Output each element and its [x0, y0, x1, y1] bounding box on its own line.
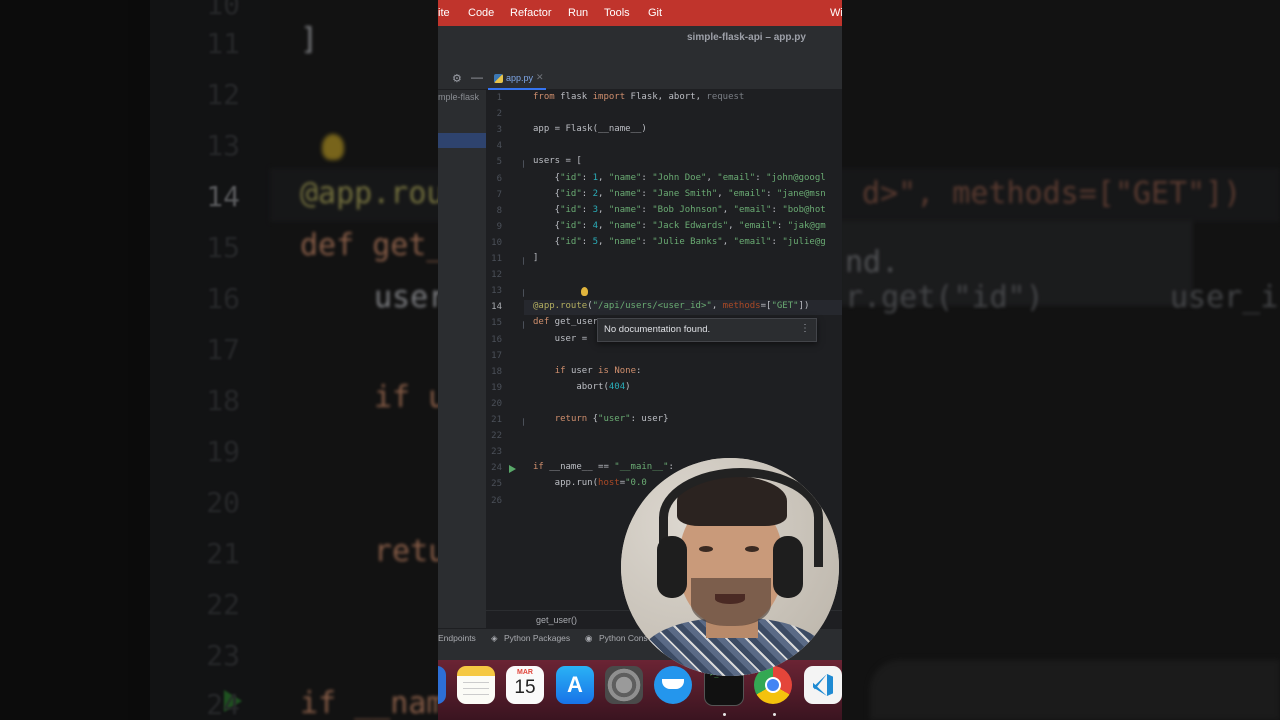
- code-line[interactable]: {"id": 2, "name": "Jane Smith", "email":…: [533, 189, 826, 199]
- calendar-day: 15: [514, 677, 536, 698]
- menu-item-refactor[interactable]: Refactor: [510, 7, 552, 19]
- line-number: 2: [496, 109, 502, 120]
- calendar-icon[interactable]: MAR 15: [506, 666, 544, 704]
- line-number: 23: [491, 447, 502, 458]
- code-line[interactable]: from flask import Flask, abort, request: [533, 92, 744, 102]
- title-bar: simple-flask-api – app.py: [438, 26, 842, 70]
- line-number: 5: [496, 157, 502, 168]
- lightbulb-icon[interactable]: [581, 287, 588, 296]
- webcam-overlay: [621, 458, 839, 676]
- tool-python-packages[interactable]: Python Packages: [504, 633, 570, 643]
- tool-endpoints[interactable]: Endpoints: [438, 633, 476, 643]
- code-line[interactable]: def get_user: [533, 317, 598, 327]
- line-number: 11: [491, 254, 502, 264]
- line-number: 8: [496, 205, 502, 216]
- line-number: 14: [491, 302, 502, 313]
- more-vertical-icon[interactable]: ⋮: [800, 323, 810, 334]
- line-number: 16: [491, 334, 502, 345]
- code-line[interactable]: app = Flask(__name__): [533, 124, 647, 134]
- menu-item-window[interactable]: Wi: [830, 7, 842, 19]
- doc-popup-text: No documentation found.: [604, 324, 711, 335]
- line-gutter: 1 2 3 4 5 6 7 8 9 10 11 12 13 14 15 16 17 18 19 20 21 22 23 24 2…: [486, 90, 531, 610]
- run-icon[interactable]: [509, 465, 516, 474]
- function-breadcrumb[interactable]: get_user(): [536, 615, 577, 625]
- line-number: 19: [491, 382, 502, 393]
- code-line[interactable]: abort(404): [533, 382, 630, 392]
- app-store-icon[interactable]: A: [556, 666, 594, 704]
- line-number: 6: [496, 173, 502, 184]
- code-line[interactable]: return {"user": user}: [533, 414, 669, 424]
- running-indicator: [723, 713, 726, 716]
- code-line[interactable]: ]: [533, 253, 538, 263]
- minimize-icon[interactable]: —: [471, 70, 483, 84]
- notes-icon[interactable]: [457, 666, 495, 704]
- line-number: 25: [491, 479, 502, 490]
- menu-item[interactable]: ite: [438, 7, 450, 19]
- menu-item-code[interactable]: Code: [468, 7, 494, 19]
- line-number: 1: [496, 93, 502, 103]
- line-number: 22: [491, 431, 502, 442]
- finder-icon[interactable]: [438, 666, 446, 704]
- python-console-icon: ◉: [585, 633, 593, 643]
- line-number: 21: [491, 415, 502, 425]
- menu-item-git[interactable]: Git: [648, 7, 662, 19]
- code-line[interactable]: users = [: [533, 156, 582, 166]
- line-number: 13: [491, 286, 502, 297]
- code-line[interactable]: {"id": 4, "name": "Jack Edwards", "email…: [533, 221, 826, 231]
- gear-icon[interactable]: ⚙: [452, 72, 462, 85]
- line-number: 17: [491, 350, 502, 361]
- window-title: simple-flask-api – app.py: [687, 32, 806, 43]
- code-line[interactable]: if user is None:: [533, 366, 642, 376]
- line-number: 15: [491, 318, 502, 329]
- tab-app-py[interactable]: app.py ✕: [488, 70, 546, 90]
- line-number: 9: [496, 221, 502, 232]
- menu-bar: ite Code Refactor Run Tools Git Wi: [438, 0, 842, 26]
- menu-item-tools[interactable]: Tools: [604, 7, 630, 19]
- line-number: 26: [491, 495, 502, 506]
- code-line[interactable]: {"id": 3, "name": "Bob Johnson", "email"…: [533, 205, 826, 215]
- editor-tab-bar: ⚙ — app.py ✕: [438, 70, 842, 90]
- code-line[interactable]: {"id": 5, "name": "Julie Banks", "email"…: [533, 237, 826, 247]
- line-number: 3: [496, 125, 502, 136]
- line-number: 12: [491, 270, 502, 281]
- close-icon[interactable]: ✕: [536, 72, 544, 83]
- line-number: 18: [491, 366, 502, 377]
- code-line[interactable]: {"id": 1, "name": "John Doe", "email": "…: [533, 173, 826, 183]
- line-number: 20: [491, 398, 502, 409]
- code-line[interactable]: user =: [533, 334, 593, 344]
- documentation-popup: No documentation found. ⋮: [597, 318, 817, 342]
- calendar-month: MAR: [517, 669, 533, 676]
- tab-label: app.py: [506, 73, 534, 83]
- line-number: 7: [496, 189, 502, 200]
- python-file-icon: [494, 74, 503, 83]
- code-line[interactable]: @app.route("/api/users/<user_id>", metho…: [533, 301, 809, 311]
- menu-item-run[interactable]: Run: [568, 7, 588, 19]
- line-number: 4: [496, 141, 502, 152]
- layers-icon: ◈: [491, 633, 498, 643]
- line-number: 10: [491, 237, 502, 248]
- running-indicator: [773, 713, 776, 716]
- line-number: 24: [491, 463, 502, 474]
